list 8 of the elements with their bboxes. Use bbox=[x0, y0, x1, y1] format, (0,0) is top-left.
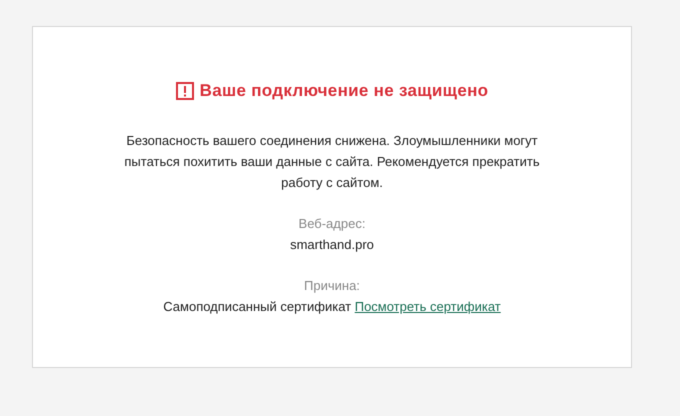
view-certificate-link[interactable]: Посмотреть сертификат bbox=[354, 299, 501, 314]
field-label: Веб-адрес: bbox=[298, 215, 366, 233]
field-value: smarthand.pro bbox=[290, 237, 374, 252]
warning-title: Ваше подключение не защищено bbox=[200, 81, 488, 101]
field-value: Самоподписанный сертификат bbox=[163, 299, 352, 314]
warning-icon bbox=[176, 82, 194, 100]
warning-message: Безопасность вашего соединения снижена. Злоумышленники могут пытаться похитить ваши данные с сайта. Рекомендуется прекратить работу с сайтом. bbox=[123, 132, 541, 192]
field-label: Причина: bbox=[303, 277, 361, 295]
